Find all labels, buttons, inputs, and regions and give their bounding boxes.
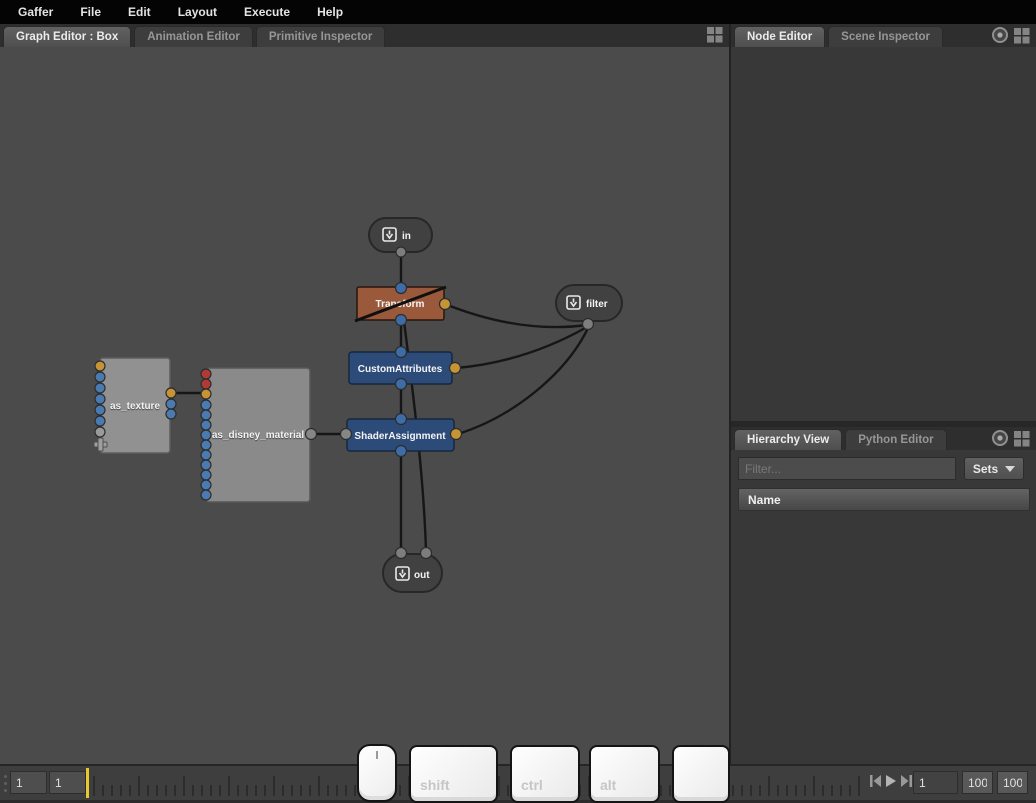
menu-gaffer[interactable]: Gaffer <box>12 2 59 22</box>
svg-text:ShaderAssignment: ShaderAssignment <box>354 431 446 442</box>
node-filter[interactable]: filter <box>556 285 622 321</box>
menu-file[interactable]: File <box>74 2 107 22</box>
sets-dropdown[interactable]: Sets <box>964 457 1024 480</box>
tab-node-editor[interactable]: Node Editor <box>734 26 825 47</box>
menu-execute[interactable]: Execute <box>238 2 296 22</box>
svg-text:in: in <box>402 231 411 242</box>
timeline-current-frame-field[interactable] <box>49 771 86 794</box>
graph-editor-panel: Graph Editor : Box Animation Editor Prim… <box>0 24 729 764</box>
menu-bar: Gaffer File Edit Layout Execute Help <box>0 0 1036 24</box>
previous-frame-button[interactable] <box>869 774 882 788</box>
menu-layout[interactable]: Layout <box>172 2 223 22</box>
node-graph-svg: as_texture as_disney_material Transform … <box>0 47 729 764</box>
node-as-texture[interactable]: as_texture <box>100 358 170 453</box>
tab-scene-inspector[interactable]: Scene Inspector <box>828 26 943 47</box>
pin-target-icon[interactable] <box>991 429 1009 447</box>
menu-help[interactable]: Help <box>311 2 349 22</box>
tab-animation-editor[interactable]: Animation Editor <box>134 26 253 47</box>
node-editor-tabbar: Node Editor Scene Inspector <box>731 24 1036 47</box>
current-frame-marker <box>86 768 89 798</box>
range-total-field[interactable] <box>997 771 1028 794</box>
hierarchy-view-body: Sets Name <box>731 450 1036 764</box>
graph-editor-tabbar: Graph Editor : Box Animation Editor Prim… <box>0 24 729 47</box>
timeline-start-frame-field[interactable] <box>10 771 47 794</box>
right-panel: Node Editor Scene Inspector Hierarchy Vi… <box>731 24 1036 764</box>
name-header-label: Name <box>748 493 781 507</box>
timeline-bar <box>0 764 1036 800</box>
node-as-disney-material[interactable]: as_disney_material <box>206 368 310 502</box>
range-end-field[interactable] <box>962 771 993 794</box>
svg-text:as_texture: as_texture <box>110 401 160 412</box>
name-column-header: Name <box>738 488 1030 511</box>
playback-frame-field[interactable] <box>913 771 958 794</box>
timeline-ruler[interactable] <box>93 772 865 796</box>
pin-target-icon[interactable] <box>991 26 1009 44</box>
svg-text:CustomAttributes: CustomAttributes <box>358 364 443 375</box>
hierarchy-tabbar: Hierarchy View Python Editor <box>731 427 1036 450</box>
node-editor-content <box>731 47 1036 421</box>
menu-edit[interactable]: Edit <box>122 2 157 22</box>
svg-text:as_disney_material: as_disney_material <box>212 430 305 441</box>
edge-filter-to-shaderassignment[interactable] <box>458 328 588 434</box>
hierarchy-filter-input[interactable] <box>738 457 956 480</box>
svg-text:out: out <box>414 570 430 581</box>
tab-primitive-inspector[interactable]: Primitive Inspector <box>256 26 386 47</box>
layout-grid-icon[interactable] <box>706 26 723 43</box>
next-frame-button[interactable] <box>900 774 913 788</box>
play-button[interactable] <box>885 774 897 788</box>
tab-graph-editor[interactable]: Graph Editor : Box <box>3 26 131 47</box>
chevron-down-icon <box>1005 466 1015 472</box>
layout-grid-icon[interactable] <box>1013 27 1030 44</box>
svg-text:filter: filter <box>586 299 608 310</box>
layout-grid-icon[interactable] <box>1013 430 1030 447</box>
timeline-grip-handle[interactable] <box>4 775 7 792</box>
tab-hierarchy-view[interactable]: Hierarchy View <box>734 429 842 450</box>
node-out[interactable]: out <box>383 554 442 592</box>
tab-python-editor[interactable]: Python Editor <box>845 429 946 450</box>
node-graph-canvas[interactable]: as_texture as_disney_material Transform … <box>0 47 729 764</box>
sets-label: Sets <box>973 462 998 476</box>
